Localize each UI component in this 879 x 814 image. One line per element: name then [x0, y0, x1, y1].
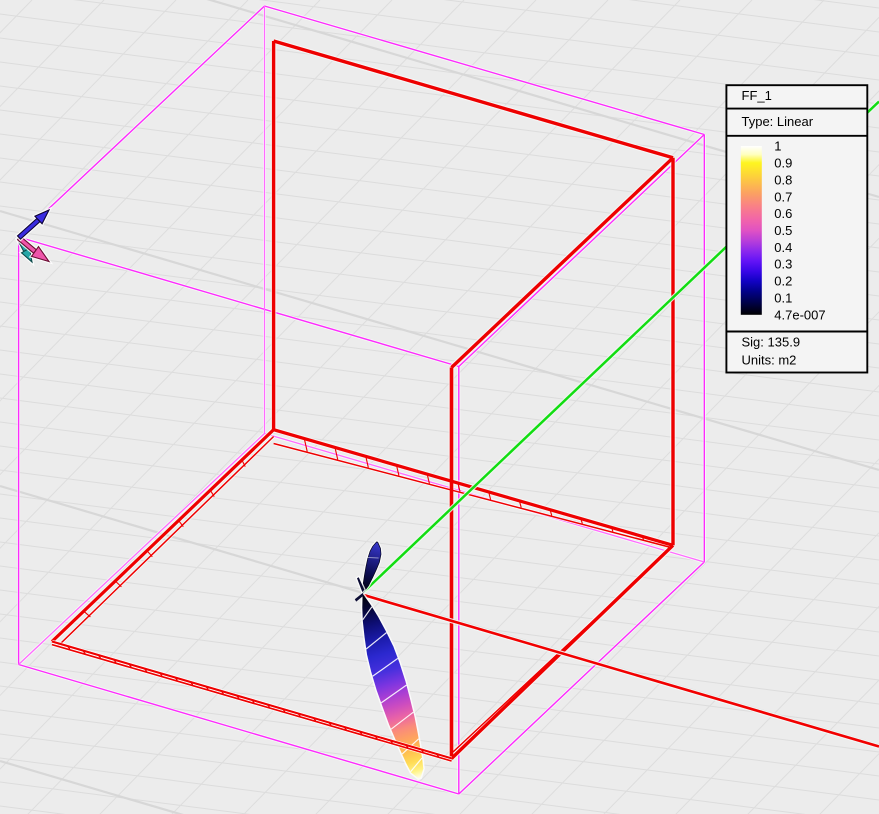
svg-text:0.1: 0.1 — [774, 290, 792, 305]
svg-text:0.5: 0.5 — [774, 223, 792, 238]
svg-text:Sig: 135.9: Sig: 135.9 — [742, 335, 801, 350]
svg-text:FF_1: FF_1 — [742, 88, 772, 103]
svg-text:0.9: 0.9 — [774, 156, 792, 171]
svg-text:0.2: 0.2 — [774, 274, 792, 289]
svg-text:Units: m2: Units: m2 — [742, 353, 797, 368]
svg-text:0.8: 0.8 — [774, 172, 792, 187]
svg-text:0.4: 0.4 — [774, 240, 792, 255]
svg-text:Type: Linear: Type: Linear — [742, 114, 814, 129]
svg-text:1: 1 — [774, 139, 781, 154]
svg-text:0.3: 0.3 — [774, 257, 792, 272]
svg-text:0.7: 0.7 — [774, 189, 792, 204]
svg-text:4.7e-007: 4.7e-007 — [774, 307, 825, 322]
svg-text:0.6: 0.6 — [774, 206, 792, 221]
